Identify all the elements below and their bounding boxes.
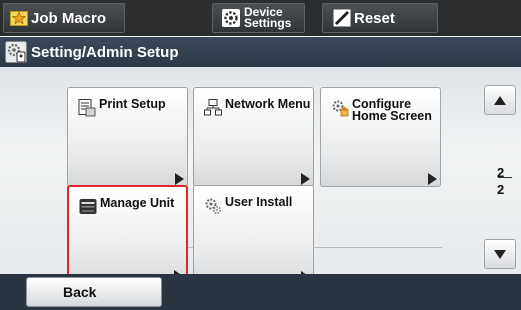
page-title: Setting/Admin Setup (31, 43, 179, 61)
printer-icon (79, 198, 97, 216)
reset-label: Reset (354, 9, 395, 27)
home-gear-icon (331, 99, 349, 117)
manage-unit-tile[interactable]: Manage Unit (67, 185, 188, 285)
bottom-bar: Back (0, 274, 521, 310)
back-button[interactable]: Back (26, 277, 162, 307)
title-bar: Setting/Admin Setup (0, 37, 521, 67)
gears-icon (204, 197, 222, 215)
configure-home-screen-label: Configure Home Screen (352, 97, 432, 123)
chevron-right-icon (301, 173, 310, 185)
job-macro-button[interactable]: Job Macro (3, 3, 125, 33)
device-settings-button[interactable]: Device Settings (212, 3, 305, 33)
user-install-label: User Install (225, 195, 293, 209)
top-bar: Job Macro Device Settings Reset (0, 0, 521, 36)
gear-icon (221, 8, 241, 28)
network-menu-label: Network Menu (225, 97, 311, 111)
document-icon (78, 99, 96, 117)
network-icon (204, 99, 222, 117)
chevron-right-icon (428, 173, 437, 185)
chevron-down-icon (494, 249, 506, 259)
chevron-right-icon (175, 173, 184, 185)
manage-unit-label: Manage Unit (100, 196, 175, 210)
total-page-number: 2 (497, 182, 505, 197)
job-macro-label: Job Macro (31, 9, 107, 27)
back-label: Back (63, 284, 97, 300)
reset-button[interactable]: Reset (322, 3, 438, 33)
star-icon (10, 9, 28, 27)
print-setup-label: Print Setup (99, 97, 166, 111)
admin-gear-icon (5, 41, 27, 63)
user-install-tile[interactable]: User Install (193, 185, 314, 285)
reset-icon (333, 9, 351, 27)
scroll-down-button[interactable] (484, 239, 516, 269)
chevron-up-icon (494, 95, 506, 105)
device-settings-label-line2: Settings (244, 16, 292, 30)
configure-home-screen-tile[interactable]: Configure Home Screen (320, 87, 441, 187)
network-menu-tile[interactable]: Network Menu (193, 87, 314, 187)
print-setup-tile[interactable]: Print Setup (67, 87, 188, 187)
menu-area: Print Setup Network Menu Configure Home … (0, 67, 521, 285)
scroll-up-button[interactable] (484, 85, 516, 115)
page-fraction-line (498, 177, 512, 178)
